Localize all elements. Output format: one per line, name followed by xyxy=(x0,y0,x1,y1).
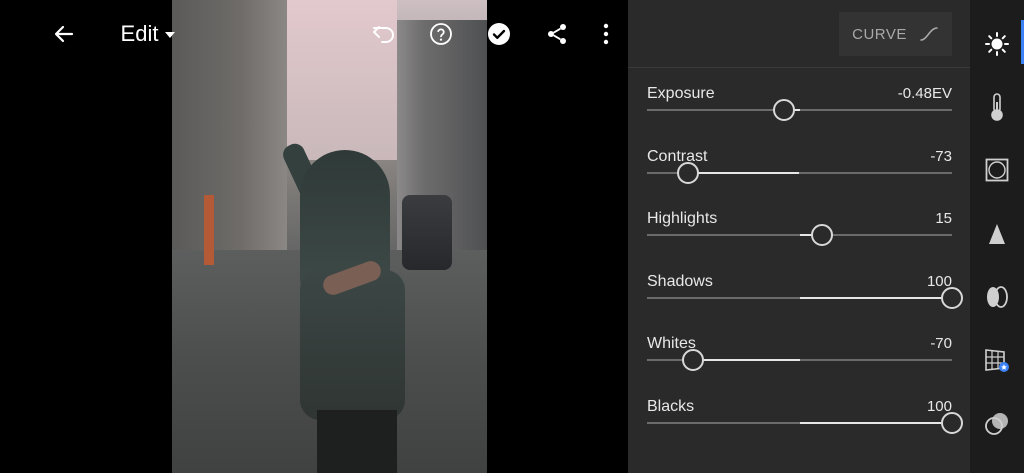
optics-lens-icon xyxy=(987,286,1008,308)
light-icon xyxy=(985,32,1009,56)
slider-handle[interactable] xyxy=(677,162,700,184)
photo-canvas[interactable] xyxy=(0,0,628,473)
slider-fill xyxy=(799,297,952,299)
detail-sharpen-icon xyxy=(989,224,1005,244)
color-temperature-icon xyxy=(991,93,1003,121)
help-icon xyxy=(430,23,452,45)
tool-effects[interactable] xyxy=(970,150,1024,190)
slider-handle[interactable] xyxy=(941,412,963,434)
tool-color[interactable] xyxy=(970,87,1024,127)
tool-optics[interactable] xyxy=(970,277,1024,317)
curve-label: CURVE xyxy=(852,25,907,43)
shadows-slider[interactable]: Shadows 100 xyxy=(647,273,963,323)
whites-slider[interactable]: Whites -70 xyxy=(647,335,952,385)
tool-light[interactable] xyxy=(970,24,1024,64)
slider-handle[interactable] xyxy=(681,349,704,371)
highlights-slider[interactable]: Highlights 15 xyxy=(647,210,952,260)
slider-track[interactable] xyxy=(647,109,952,111)
effects-vignette-icon xyxy=(985,158,1009,182)
exposure-label: Exposure xyxy=(647,85,715,102)
contrast-slider[interactable]: Contrast -73 xyxy=(647,148,952,198)
curve-button[interactable]: CURVE xyxy=(839,12,952,56)
mode-label: Edit xyxy=(120,21,159,46)
photo-figure-legs xyxy=(317,410,397,473)
done-button[interactable] xyxy=(482,16,516,52)
edit-tools-strip xyxy=(970,0,1024,473)
slider-fill xyxy=(692,359,800,361)
undo-button[interactable] xyxy=(366,16,402,52)
slider-handle[interactable] xyxy=(811,224,834,246)
back-arrow-icon xyxy=(54,25,74,43)
slider-fill xyxy=(799,422,952,424)
more-options-button[interactable] xyxy=(592,16,620,52)
slider-handle[interactable] xyxy=(773,99,796,121)
back-button[interactable] xyxy=(48,16,80,52)
slider-handle[interactable] xyxy=(941,287,963,309)
highlights-label: Highlights xyxy=(647,210,718,227)
checkmark-circle-icon xyxy=(488,23,510,45)
exposure-value: -0.48EV xyxy=(897,85,952,102)
photo-figure-body xyxy=(300,270,405,420)
more-vertical-icon xyxy=(603,23,609,45)
whites-value: -70 xyxy=(930,335,952,352)
highlights-value: 15 xyxy=(935,210,952,227)
photo-door xyxy=(204,195,214,265)
light-adjustments-panel: CURVE Exposure -0.48EV Contrast -73 High… xyxy=(628,0,970,473)
share-icon xyxy=(548,24,566,44)
mode-dropdown[interactable]: Edit xyxy=(116,16,180,52)
blacks-slider[interactable]: Blacks 100 xyxy=(647,398,963,448)
presets-icon xyxy=(985,413,1008,435)
share-button[interactable] xyxy=(540,16,574,52)
tool-presets[interactable] xyxy=(970,404,1024,444)
geometry-icon xyxy=(985,349,1009,372)
tool-geometry[interactable] xyxy=(970,340,1024,380)
photo-preview[interactable] xyxy=(172,0,487,473)
help-button[interactable] xyxy=(424,16,458,52)
chevron-down-icon xyxy=(165,32,176,38)
top-bar: Edit xyxy=(0,0,628,68)
exposure-slider[interactable]: Exposure -0.48EV xyxy=(647,85,952,135)
photo-car xyxy=(402,195,452,270)
panel-header: CURVE xyxy=(628,0,970,68)
contrast-value: -73 xyxy=(930,148,952,165)
tool-detail[interactable] xyxy=(970,214,1024,254)
slider-fill xyxy=(688,172,800,174)
curve-icon xyxy=(920,27,938,41)
contrast-label: Contrast xyxy=(647,148,708,165)
blacks-label: Blacks xyxy=(647,398,695,415)
undo-icon xyxy=(373,26,394,43)
shadows-label: Shadows xyxy=(647,273,713,290)
